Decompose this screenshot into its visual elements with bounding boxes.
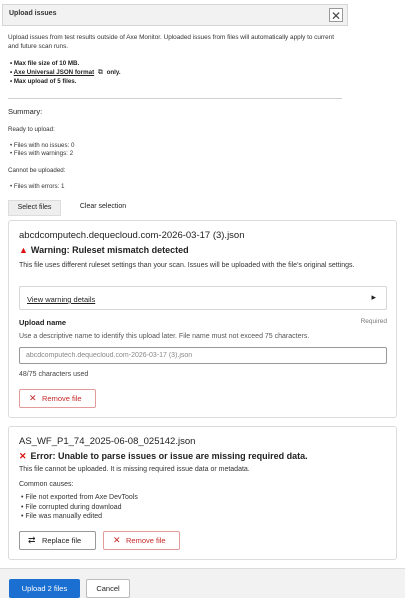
upload-files-button[interactable]: Upload 2 files	[9, 579, 80, 598]
file-name: AS_WF_P1_74_2025-06-08_025142.json	[19, 436, 196, 447]
list-item: File was manually edited	[21, 512, 138, 522]
clear-selection-button[interactable]: Clear selection	[70, 200, 136, 216]
replace-icon: ⇄	[28, 535, 36, 545]
cannot-label: Cannot be uploaded:	[8, 167, 66, 174]
list-item: File not exported from Axe DevTools	[21, 493, 137, 503]
upload-limits-list: Max file size of 10 MB. Axe Universal JS…	[10, 60, 340, 86]
dialog-footer: Upload 2 files Cancel	[0, 568, 405, 598]
character-count: 48/75 characters used	[19, 371, 89, 378]
view-warning-details-link[interactable]: View warning details	[27, 295, 95, 304]
replace-file-button[interactable]: ⇄ Replace file	[19, 531, 96, 550]
format-item: Axe Universal JSON format ⧉ only.	[10, 69, 340, 78]
max-size-item: Max file size of 10 MB.	[10, 60, 340, 69]
file-card-warning: abcdcomputech.dequecloud.com-2026-03-17 …	[8, 220, 397, 418]
file-name: abcdcomputech.dequecloud.com-2026-03-17 …	[19, 230, 245, 241]
warning-title-row: ▲ Warning: Ruleset mismatch detected	[19, 245, 189, 255]
remove-file-button[interactable]: ✕ Remove file	[103, 531, 180, 550]
select-files-button[interactable]: Select files	[8, 200, 61, 216]
error-x-icon: ✕	[19, 451, 27, 461]
external-link-icon: ⧉	[97, 68, 103, 76]
required-indicator: Required	[360, 318, 387, 325]
causes-label: Common causes:	[19, 481, 74, 488]
upload-issues-dialog: Upload issues ✕ Upload issues from test …	[0, 0, 405, 598]
remove-file-button[interactable]: ✕ Remove file	[19, 389, 96, 408]
remove-x-icon: ✕	[113, 535, 121, 545]
errors-count: Files with errors: 1	[10, 183, 65, 191]
summary-heading: Summary:	[8, 107, 43, 116]
max-files-item: Max upload of 5 files.	[10, 78, 340, 87]
intro-text: Upload issues from test results outside …	[8, 34, 335, 50]
causes-list: File not exported from Axe DevTools File…	[21, 493, 138, 522]
cannot-list: Files with errors: 1	[10, 183, 65, 191]
no-issues-count: Files with no issues: 0	[10, 142, 75, 150]
list-item: File corrupted during download	[21, 503, 138, 513]
ready-label: Ready to upload:	[8, 126, 55, 133]
divider	[8, 98, 342, 99]
cancel-button[interactable]: Cancel	[86, 579, 130, 598]
error-text: This file cannot be uploaded. It is miss…	[19, 466, 250, 473]
upload-name-input[interactable]	[19, 347, 387, 364]
upload-name-help: Use a descriptive name to identify this …	[19, 333, 310, 340]
close-icon[interactable]: ✕	[329, 8, 343, 23]
remove-x-icon: ✕	[29, 393, 37, 403]
dialog-titlebar: Upload issues ✕	[2, 4, 348, 26]
warning-details-accordion[interactable]: View warning details ▸	[19, 286, 387, 310]
ready-list: Files with no issues: 0 Files with warni…	[10, 142, 75, 158]
dialog-title: Upload issues	[9, 10, 57, 17]
warning-triangle-icon: ▲	[19, 245, 28, 255]
upload-name-label: Upload name	[19, 318, 67, 327]
chevron-right-icon: ▸	[371, 292, 376, 302]
warning-text: This file uses different ruleset setting…	[19, 262, 355, 269]
error-title-row: ✕ Error: Unable to parse issues or issue …	[19, 451, 308, 461]
file-card-error: AS_WF_P1_74_2025-06-08_025142.json ✕ Erro…	[8, 426, 397, 560]
warnings-count: Files with warnings: 2	[10, 150, 74, 158]
format-link[interactable]: Axe Universal JSON format	[14, 69, 94, 76]
